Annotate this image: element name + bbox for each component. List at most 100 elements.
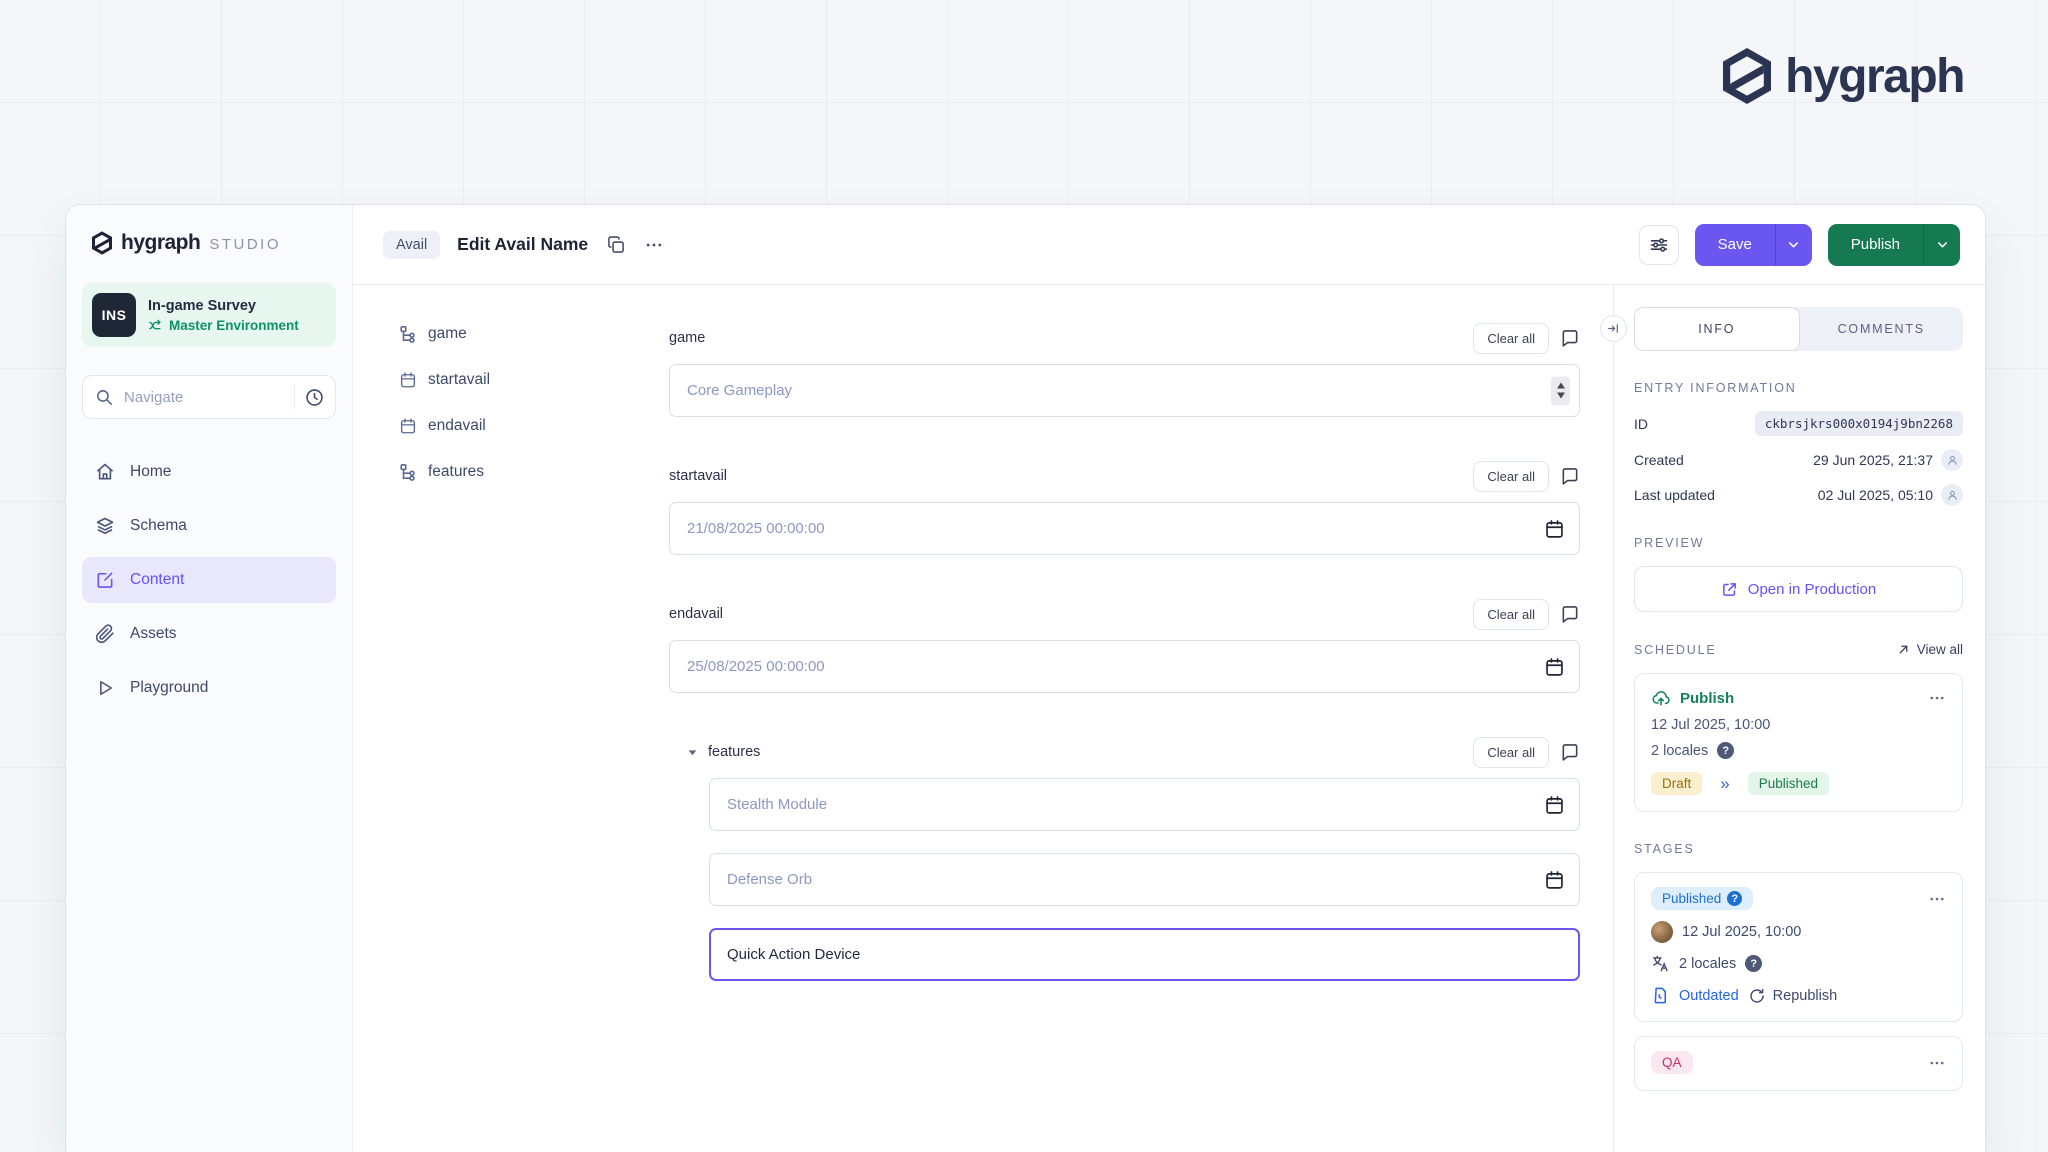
clear-all-button[interactable]: Clear all [1473, 461, 1549, 492]
field-list-item-game[interactable]: game [399, 311, 653, 357]
field-list-item-startavail[interactable]: startavail [399, 357, 653, 403]
home-icon [95, 462, 115, 482]
help-icon[interactable]: ? [1727, 891, 1742, 906]
navigate-search[interactable]: Navigate [82, 375, 336, 419]
comment-icon[interactable] [1560, 328, 1580, 348]
help-icon[interactable]: ? [1745, 955, 1762, 972]
tab-comments[interactable]: COMMENTS [1800, 307, 1964, 351]
outdated-link[interactable]: Outdated [1679, 988, 1739, 1004]
sidebar-item-schema[interactable]: Schema [82, 503, 336, 549]
stages-heading: STAGES [1634, 842, 1695, 856]
field-list-label: game [428, 325, 467, 343]
sidebar-item-playground[interactable]: Playground [82, 665, 336, 711]
published-stage-badge: Published [1748, 772, 1829, 795]
updated-label: Last updated [1634, 487, 1715, 503]
hygraph-logo: hygraph [1723, 48, 1964, 104]
copy-icon[interactable] [606, 235, 626, 255]
chevron-down-icon [1786, 237, 1801, 252]
project-environment-card[interactable]: INS In-game Survey Master Environment [82, 283, 336, 347]
field-group-game: game Clear all Core Gameplay [669, 325, 1580, 417]
clear-all-button[interactable]: Clear all [1473, 599, 1549, 630]
republish-button[interactable]: Republish [1748, 987, 1838, 1005]
sidebar-item-assets[interactable]: Assets [82, 611, 336, 657]
field-list-item-endavail[interactable]: endavail [399, 403, 653, 449]
clear-all-button[interactable]: Clear all [1473, 737, 1549, 768]
schedule-locales: 2 locales [1651, 743, 1708, 759]
schema-icon [95, 516, 115, 536]
refresh-icon [1748, 987, 1766, 1005]
startavail-date-input[interactable]: 21/08/2025 00:00:00 [669, 502, 1580, 555]
collapse-panel-button[interactable] [1600, 315, 1627, 342]
calendar-icon[interactable] [1544, 656, 1565, 677]
studio-brand: hygraph STUDIO [92, 231, 336, 255]
sidebar-item-content[interactable]: Content [82, 557, 336, 603]
field-label-startavail: startavail [669, 468, 727, 484]
schedule-more-icon[interactable] [1928, 689, 1946, 707]
user-avatar-icon[interactable] [1941, 449, 1963, 471]
calendar-icon[interactable] [1544, 518, 1565, 539]
content-area: game startavail endavail [353, 285, 1985, 1152]
paperclip-icon [95, 624, 115, 644]
feature-value: Defense Orb [727, 871, 812, 888]
created-label: Created [1634, 452, 1684, 468]
comment-icon[interactable] [1560, 604, 1580, 624]
field-list-label: startavail [428, 371, 490, 389]
app-window: hygraph STUDIO INS In-game Survey Master… [66, 205, 1985, 1152]
draft-stage-badge: Draft [1651, 772, 1702, 795]
sidebar-item-label: Playground [130, 679, 208, 697]
user-avatar-icon[interactable] [1941, 484, 1963, 506]
branch-icon [148, 318, 163, 333]
view-settings-button[interactable] [1639, 225, 1679, 265]
save-button[interactable]: Save [1695, 224, 1775, 266]
stage-more-icon[interactable] [1928, 1054, 1946, 1072]
comment-icon[interactable] [1560, 466, 1580, 486]
field-list-item-features[interactable]: features [399, 449, 653, 495]
field-label-game: game [669, 330, 705, 346]
project-name: In-game Survey [148, 298, 299, 314]
publish-dropdown-button[interactable] [1923, 224, 1960, 266]
calendar-icon[interactable] [1544, 794, 1565, 815]
select-stepper-icon[interactable] [1551, 376, 1570, 405]
sidebar-item-label: Assets [130, 625, 177, 643]
feature-input-3[interactable]: Quick Action Device [709, 928, 1580, 981]
search-divider [294, 385, 295, 409]
feature-input-2[interactable]: Defense Orb [709, 853, 1580, 906]
cloud-upload-icon [1651, 688, 1671, 708]
search-placeholder: Navigate [124, 389, 294, 406]
feature-value: Quick Action Device [727, 946, 860, 963]
more-options-icon[interactable] [644, 235, 664, 255]
calendar-icon [399, 417, 417, 435]
project-abbrev-badge: INS [92, 293, 136, 337]
publish-button[interactable]: Publish [1828, 224, 1923, 266]
open-in-production-button[interactable]: Open in Production [1634, 566, 1963, 612]
document-status-icon [1651, 986, 1670, 1005]
sidebar-item-label: Content [130, 571, 184, 589]
endavail-value: 25/08/2025 00:00:00 [687, 658, 825, 675]
panel-tabs: INFO COMMENTS [1634, 307, 1963, 351]
stage-more-icon[interactable] [1928, 890, 1946, 908]
model-chip[interactable]: Avail [383, 231, 440, 259]
collapse-caret-icon[interactable] [686, 746, 699, 759]
tab-info[interactable]: INFO [1634, 307, 1800, 351]
sidebar-item-home[interactable]: Home [82, 449, 336, 495]
field-list: game startavail endavail [353, 285, 653, 1152]
comment-icon[interactable] [1560, 742, 1580, 762]
hygraph-mark-icon [92, 231, 112, 255]
user-avatar[interactable] [1651, 921, 1673, 943]
entry-id-value[interactable]: ckbrsjkrs000x0194j9bn2268 [1755, 411, 1963, 436]
view-all-link[interactable]: View all [1897, 642, 1963, 657]
help-icon[interactable]: ? [1717, 742, 1734, 759]
recent-clock-icon[interactable] [304, 387, 325, 408]
sidebar: hygraph STUDIO INS In-game Survey Master… [66, 205, 353, 1152]
feature-input-1[interactable]: Stealth Module [709, 778, 1580, 831]
hygraph-logo-icon [1723, 48, 1771, 104]
field-group-startavail: startavail Clear all 21/08/2025 00:00:00 [669, 463, 1580, 555]
preview-heading: PREVIEW [1634, 536, 1704, 550]
sliders-icon [1649, 235, 1669, 255]
game-select[interactable]: Core Gameplay [669, 364, 1580, 417]
save-dropdown-button[interactable] [1775, 224, 1812, 266]
calendar-icon[interactable] [1544, 869, 1565, 890]
field-group-endavail: endavail Clear all 25/08/2025 00:00:00 [669, 601, 1580, 693]
clear-all-button[interactable]: Clear all [1473, 323, 1549, 354]
endavail-date-input[interactable]: 25/08/2025 00:00:00 [669, 640, 1580, 693]
